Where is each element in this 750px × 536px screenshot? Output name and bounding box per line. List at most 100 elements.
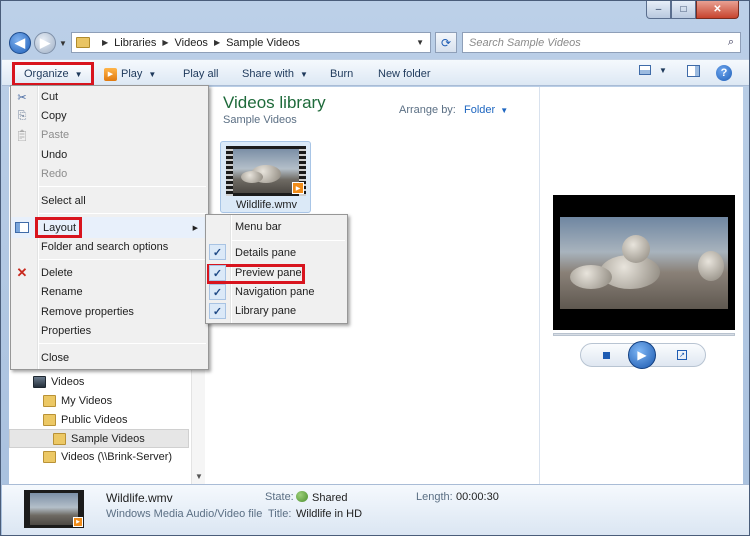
search-input[interactable]: Search Sample Videos ⌕ <box>462 32 741 53</box>
close-button[interactable]: ✕ <box>696 1 739 19</box>
video-preview[interactable] <box>553 195 735 330</box>
address-dropdown-icon[interactable]: ▼ <box>416 38 424 47</box>
play-all-label: Play all <box>183 68 219 80</box>
arrow-right-icon: ▶ <box>40 35 50 50</box>
play-button-preview[interactable]: ▶ <box>628 341 656 369</box>
menu-item-undo[interactable]: Undo <box>41 146 67 164</box>
menu-item-properties[interactable]: Properties <box>41 322 91 340</box>
submenu-item-library-pane[interactable]: Library pane <box>235 302 296 320</box>
menu-item-cut[interactable]: ✂ Cut <box>17 88 59 106</box>
play-all-button[interactable]: Play all <box>183 65 218 83</box>
submenu-item-menu-bar[interactable]: Menu bar <box>235 218 281 236</box>
shared-users-icon <box>296 491 308 502</box>
play-button[interactable]: ▶ Play ▼ <box>104 65 156 83</box>
breadcrumb-item-sample-videos[interactable]: Sample Videos <box>226 37 300 49</box>
menu-item-folder-options[interactable]: Folder and search options <box>41 238 168 256</box>
menu-item-close[interactable]: Close <box>41 349 69 367</box>
breadcrumb-separator-icon[interactable]: ▶ <box>102 38 108 47</box>
menu-separator <box>39 343 206 344</box>
menu-item-label: Properties <box>41 325 92 337</box>
menu-item-copy[interactable]: ⎘ Copy <box>18 107 67 125</box>
stop-button[interactable] <box>603 352 610 359</box>
menu-item-label: Rename <box>41 286 83 298</box>
menu-item-layout[interactable]: Layout ▶ <box>11 217 206 238</box>
video-play-badge-icon: ▶ <box>73 517 83 527</box>
refresh-button[interactable]: ⟳ <box>435 32 457 53</box>
menu-separator <box>39 259 206 260</box>
submenu-item-details-pane[interactable]: Details pane <box>235 244 296 262</box>
new-folder-button[interactable]: New folder <box>378 65 431 83</box>
folder-icon <box>53 432 66 445</box>
menu-item-redo[interactable]: Redo <box>41 165 67 183</box>
arrange-by-label: Arrange by: <box>399 104 456 116</box>
chevron-right-icon: ▶ <box>192 224 198 232</box>
menu-item-select-all[interactable]: Select all <box>41 192 86 210</box>
refresh-icon: ⟳ <box>440 35 452 50</box>
preview-pane-toggle[interactable] <box>685 65 701 77</box>
burn-button[interactable]: Burn <box>330 65 353 83</box>
menu-item-delete[interactable]: ✕ Delete <box>17 264 73 282</box>
address-bar[interactable]: ▶ Libraries ▶ Videos ▶ Sample Videos ▼ <box>71 32 431 53</box>
menu-item-label: Select all <box>41 195 86 207</box>
menu-item-label: Remove properties <box>41 306 134 318</box>
breadcrumb-separator-icon[interactable]: ▶ <box>214 38 220 47</box>
checkmark-icon: ✓ <box>209 244 226 260</box>
recent-pages-dropdown[interactable]: ▼ <box>59 39 67 48</box>
video-frame <box>30 493 78 525</box>
paste-icon: 📋︎ <box>15 129 29 142</box>
menu-item-label: Copy <box>41 110 67 122</box>
chevron-down-icon: ▼ <box>74 69 83 79</box>
back-button[interactable]: ◀ <box>9 32 31 54</box>
menu-item-rename[interactable]: Rename <box>41 283 83 301</box>
seal-shape <box>570 265 612 289</box>
details-state-value[interactable]: Shared <box>296 491 347 504</box>
submenu-item-navigation-pane[interactable]: Navigation pane <box>235 283 315 301</box>
tree-item-brink-server[interactable]: Videos (\\Brink-Server) <box>43 447 172 466</box>
tree-item-public-videos[interactable]: Public Videos <box>43 410 127 429</box>
help-button[interactable]: ? <box>716 65 732 81</box>
arrange-by-dropdown[interactable]: Folder ▼ <box>464 104 508 116</box>
minimize-button[interactable]: – <box>646 1 671 19</box>
tree-item-my-videos[interactable]: My Videos <box>43 391 112 410</box>
external-open-icon: ↗ <box>679 352 685 359</box>
breadcrumb-separator-icon[interactable]: ▶ <box>162 38 168 47</box>
library-subtitle: Sample Videos <box>223 114 297 126</box>
menu-item-label: Layout <box>43 221 77 234</box>
change-view-button[interactable]: ▼ <box>638 65 668 75</box>
details-state-text: Shared <box>312 492 348 504</box>
details-title-value[interactable]: Wildlife in HD <box>296 508 362 520</box>
menu-item-paste[interactable]: 📋︎ Paste <box>15 126 69 144</box>
menu-item-remove-properties[interactable]: Remove properties <box>41 303 134 321</box>
details-title-label: Title: <box>268 508 292 520</box>
tree-item-sample-videos[interactable]: Sample Videos <box>9 429 189 448</box>
maximize-button[interactable]: □ <box>671 1 696 19</box>
video-library-icon <box>33 375 46 388</box>
chevron-down-icon: ▼ <box>299 69 308 79</box>
organize-button[interactable]: Organize ▼ <box>12 62 94 86</box>
details-length-value: 00:00:30 <box>456 491 499 503</box>
checkmark-icon: ✓ <box>209 265 226 281</box>
file-name: Wildlife.wmv <box>235 199 298 211</box>
forward-button[interactable]: ▶ <box>34 32 56 54</box>
tree-item-videos[interactable]: Videos <box>33 372 84 391</box>
film-strip-decoration <box>226 146 233 196</box>
preview-pane-icon <box>686 65 700 77</box>
submenu-item-preview-pane[interactable]: Preview pane <box>235 264 302 282</box>
menu-item-label: Undo <box>41 149 68 161</box>
checkmark-icon: ✓ <box>209 284 226 300</box>
organize-menu: ✂ Cut ⎘ Copy 📋︎ Paste Undo Redo Select a… <box>10 85 209 370</box>
scissors-icon: ✂ <box>17 91 27 104</box>
breadcrumb-item-libraries[interactable]: Libraries <box>114 37 156 49</box>
seek-bar[interactable] <box>553 333 735 336</box>
library-title: Videos library <box>223 93 326 112</box>
submenu-item-label: Details pane <box>235 247 297 259</box>
share-with-button[interactable]: Share with ▼ <box>242 65 308 83</box>
menu-item-label: Folder and search options <box>41 241 169 253</box>
open-player-button[interactable]: ↗ <box>677 350 687 360</box>
search-placeholder: Search Sample Videos <box>469 36 581 49</box>
menu-item-label: Cut <box>41 91 59 103</box>
search-icon[interactable]: ⌕ <box>728 36 734 49</box>
scroll-down-icon[interactable]: ▼ <box>195 472 203 481</box>
breadcrumb-item-videos[interactable]: Videos <box>175 37 208 49</box>
file-item[interactable]: ▶ Wildlife.wmv <box>220 141 311 213</box>
